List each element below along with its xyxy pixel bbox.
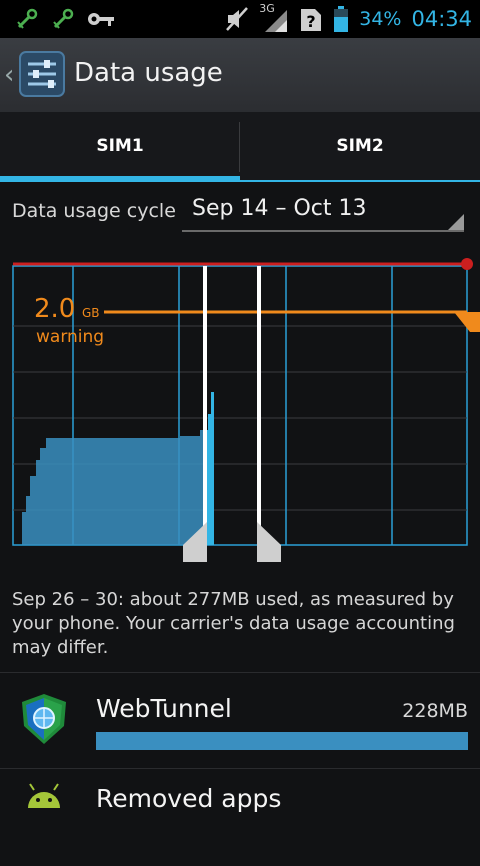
tab-underline — [240, 180, 480, 182]
tab-sim2[interactable]: SIM2 — [240, 112, 480, 182]
limit-handle[interactable] — [461, 258, 473, 270]
app-name: Removed apps — [96, 784, 282, 813]
key-icon — [88, 13, 114, 26]
usb-debug-icon — [53, 8, 74, 29]
dropdown-arrow-icon — [448, 214, 464, 230]
status-bar: 3G ? 34% 04:34 — [0, 0, 480, 38]
warning-label: warning — [36, 327, 104, 347]
app-usage-bar-fill — [96, 732, 468, 750]
no-sim-icon: ? — [301, 9, 322, 31]
app-usage-bar — [96, 732, 468, 750]
divider — [0, 768, 480, 769]
battery-percent: 34% — [359, 8, 402, 30]
warning-value: 2.0 — [34, 294, 75, 324]
usage-description: Sep 26 – 30: about 277MB used, as measur… — [12, 589, 455, 658]
signal-icon: 3G — [259, 2, 289, 34]
app-name: WebTunnel — [96, 694, 232, 723]
usb-debug-icon — [17, 8, 38, 29]
usage-spike — [206, 392, 214, 545]
back-chevron-icon[interactable]: ‹ — [4, 60, 14, 90]
webtunnel-shield-icon — [22, 694, 66, 744]
battery-icon — [334, 6, 349, 32]
mute-icon — [226, 7, 249, 31]
app-row-webtunnel[interactable]: WebTunnel 228MB — [0, 674, 480, 770]
tab-sim1[interactable]: SIM1 — [0, 112, 240, 182]
action-bar: ‹ Data usage — [0, 38, 480, 113]
cycle-value: Sep 14 – Oct 13 — [192, 196, 367, 221]
usage-area — [22, 430, 204, 545]
clock: 04:34 — [411, 7, 472, 31]
app-row-removed-apps[interactable]: Removed apps — [0, 770, 480, 866]
divider — [0, 672, 480, 673]
settings-icon[interactable] — [18, 50, 66, 98]
app-size: 228MB — [402, 700, 468, 722]
android-icon — [28, 783, 60, 808]
warning-unit: GB — [82, 306, 100, 320]
usage-chart: 2.0 GB warning — [12, 258, 480, 562]
tab-sim1-label: SIM1 — [96, 136, 144, 156]
page-title: Data usage — [74, 58, 223, 88]
cycle-label: Data usage cycle — [12, 200, 176, 222]
tab-selected-indicator — [0, 176, 240, 182]
tab-sim2-label: SIM2 — [336, 136, 384, 156]
sweep-right-handle[interactable] — [257, 522, 281, 562]
sim-tabs: SIM1 SIM2 — [0, 112, 480, 182]
cycle-spinner[interactable]: Sep 14 – Oct 13 — [182, 190, 464, 232]
svg-text:?: ? — [307, 12, 316, 31]
